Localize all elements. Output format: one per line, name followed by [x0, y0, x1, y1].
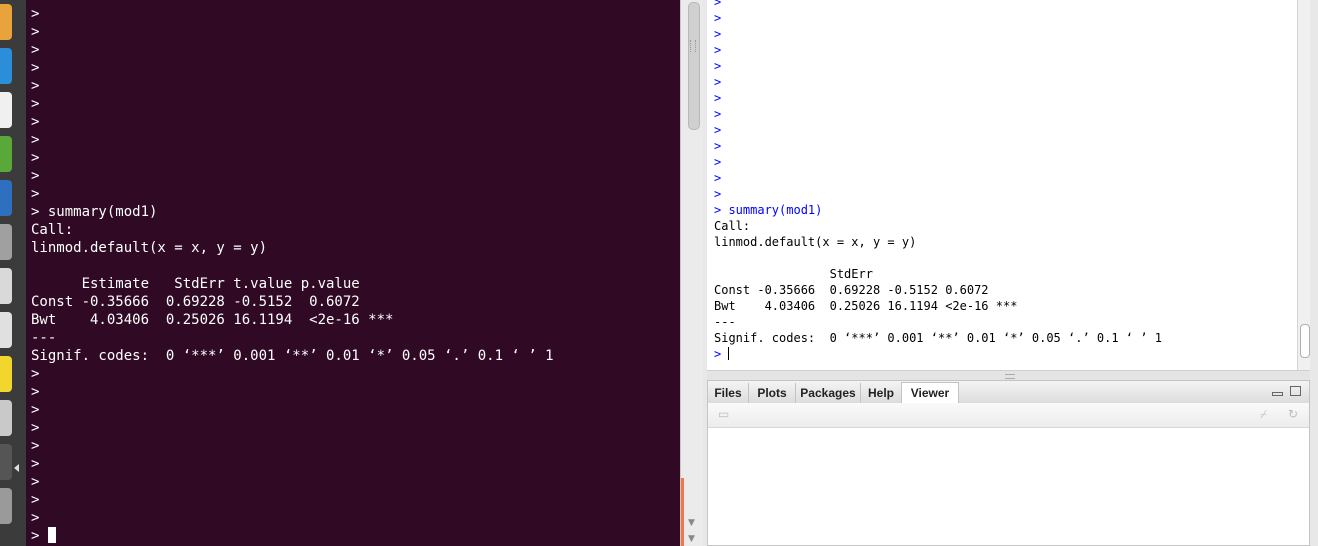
console-prompt-line: >	[714, 107, 722, 121]
console-prompt-line: >	[714, 27, 722, 41]
console-output-line: Call:	[714, 219, 751, 233]
terminal-prompt-line: >	[31, 510, 40, 526]
console-scrollbar[interactable]	[1297, 0, 1311, 370]
terminal-output-line: Const -0.35666 0.69228 -0.5152 0.6072	[31, 294, 360, 310]
export-icon[interactable]: ▭	[718, 408, 732, 420]
tab-plots[interactable]: Plots	[749, 383, 796, 403]
app-icon[interactable]	[0, 180, 12, 216]
terminal-prompt-line: >	[31, 96, 40, 112]
splitter-grip-icon	[690, 40, 696, 52]
console-prompt-line: >	[714, 155, 722, 169]
terminal-prompt-line: >	[31, 456, 40, 472]
terminal-prompt-line: >	[31, 420, 40, 436]
rstudio-console[interactable]: > > > > > > > > > > > > > > summary(mod1) Call: linmod.…	[707, 0, 1297, 370]
scrollbar-thumb[interactable]	[1300, 324, 1310, 358]
tab-files[interactable]: Files	[708, 383, 749, 403]
console-prompt-line: >	[714, 43, 722, 57]
app-icon[interactable]	[0, 48, 12, 84]
scroll-down-icon[interactable]: ▼	[688, 534, 695, 544]
app-icon[interactable]	[0, 92, 12, 128]
console-output-line: Const -0.35666 0.69228 -0.5152 0.6072	[714, 283, 989, 297]
tab-help[interactable]: Help	[861, 383, 902, 403]
active-app-indicator-icon	[14, 464, 19, 472]
terminal-prompt-line: >	[31, 78, 40, 94]
terminal-prompt-line: >	[31, 132, 40, 148]
broom-icon[interactable]: ⌿	[1260, 408, 1274, 420]
console-input-line: >	[714, 347, 730, 361]
app-icon[interactable]	[0, 4, 12, 40]
terminal-prompt-line: >	[31, 150, 40, 166]
console-output: > > > > > > > > > > > > > > summary(mod1) Call: linmod.…	[714, 0, 1162, 362]
splitter-grip-icon	[1005, 374, 1015, 379]
terminal-command-line: > summary(mod1)	[31, 204, 158, 220]
terminal-prompt-line: >	[31, 474, 40, 490]
terminal-output-line: ---	[31, 330, 57, 346]
terminal-prompt-line: >	[31, 186, 40, 202]
app-icon[interactable]	[0, 444, 12, 480]
terminal-active-indicator	[681, 478, 684, 546]
maximize-icon[interactable]	[1290, 386, 1301, 396]
terminal-prompt-line: >	[31, 438, 40, 454]
tab-packages[interactable]: Packages	[796, 383, 861, 403]
app-icon[interactable]	[0, 312, 12, 348]
terminal-prompt-line: >	[31, 114, 40, 130]
terminal-cursor	[47, 527, 56, 543]
scroll-down-icon[interactable]: ▼	[688, 518, 695, 528]
launcher-bar	[0, 0, 26, 546]
console-command-line: > summary(mod1)	[714, 203, 823, 217]
terminal-prompt-line: >	[31, 168, 40, 184]
terminal-output-line: Call:	[31, 222, 74, 238]
console-prompt-line: >	[714, 91, 722, 105]
terminal-window[interactable]: > > > > > > > > > > > > summary(mod1) Call: linmod.de…	[26, 0, 681, 546]
console-prompt-line: >	[714, 171, 722, 185]
console-output-line: StdErr	[714, 267, 873, 281]
console-prompt-line: >	[714, 59, 722, 73]
terminal-output-line: Estimate StdErr t.value p.value	[31, 276, 360, 292]
app-icon[interactable]	[0, 356, 12, 392]
terminal-prompt-line: >	[31, 366, 40, 382]
console-prompt-line: >	[714, 139, 722, 153]
terminal-output-line: linmod.default(x = x, y = y)	[31, 240, 268, 256]
console-output-line: Bwt 4.03406 0.25026 16.1194 <2e-16 ***	[714, 299, 1018, 313]
terminal-input-line: >	[31, 527, 554, 545]
viewer-toolbar: ▭ ⌿ ↻	[708, 403, 1309, 428]
console-caret	[728, 347, 730, 360]
terminal-prompt-line: >	[31, 492, 40, 508]
terminal-scrollbar[interactable]: ▼ ▼	[680, 0, 703, 546]
console-output-line: Signif. codes: 0 ‘***’ 0.001 ‘**’ 0.01 ‘…	[714, 331, 1162, 345]
console-output-line: linmod.default(x = x, y = y)	[714, 235, 917, 249]
app-icon[interactable]	[0, 224, 12, 260]
app-icon[interactable]	[0, 268, 12, 304]
app-icon[interactable]	[0, 400, 12, 436]
terminal-output-line: Signif. codes: 0 ‘***’ 0.001 ‘**’ 0.01 ‘…	[31, 348, 554, 364]
app-icon[interactable]	[0, 136, 12, 172]
console-output-line: ---	[714, 315, 736, 329]
console-prompt-line: >	[714, 0, 722, 9]
refresh-icon[interactable]: ↻	[1288, 408, 1302, 420]
tab-viewer[interactable]: Viewer	[901, 382, 959, 404]
console-prompt-line: >	[714, 187, 722, 201]
pane-tabs: Files Plots Packages Help Viewer	[708, 381, 1309, 404]
app-icon[interactable]	[0, 488, 12, 524]
terminal-output: > > > > > > > > > > > > summary(mod1) Call: linmod.de…	[31, 5, 554, 545]
minimize-icon[interactable]	[1272, 392, 1283, 396]
terminal-prompt-line: >	[31, 402, 40, 418]
terminal-prompt-line: >	[31, 42, 40, 58]
console-prompt-line: >	[714, 75, 722, 89]
window-edge	[1310, 0, 1318, 546]
terminal-output-line: Bwt 4.03406 0.25026 16.1194 <2e-16 ***	[31, 312, 394, 328]
terminal-prompt-line: >	[31, 6, 40, 22]
console-prompt-line: >	[714, 11, 722, 25]
scrollbar-thumb[interactable]	[688, 2, 700, 130]
terminal-prompt-line: >	[31, 384, 40, 400]
terminal-prompt-line: >	[31, 60, 40, 76]
files-pane: Files Plots Packages Help Viewer ▭ ⌿ ↻	[707, 380, 1310, 546]
console-prompt-line: >	[714, 123, 722, 137]
terminal-prompt-line: >	[31, 24, 40, 40]
